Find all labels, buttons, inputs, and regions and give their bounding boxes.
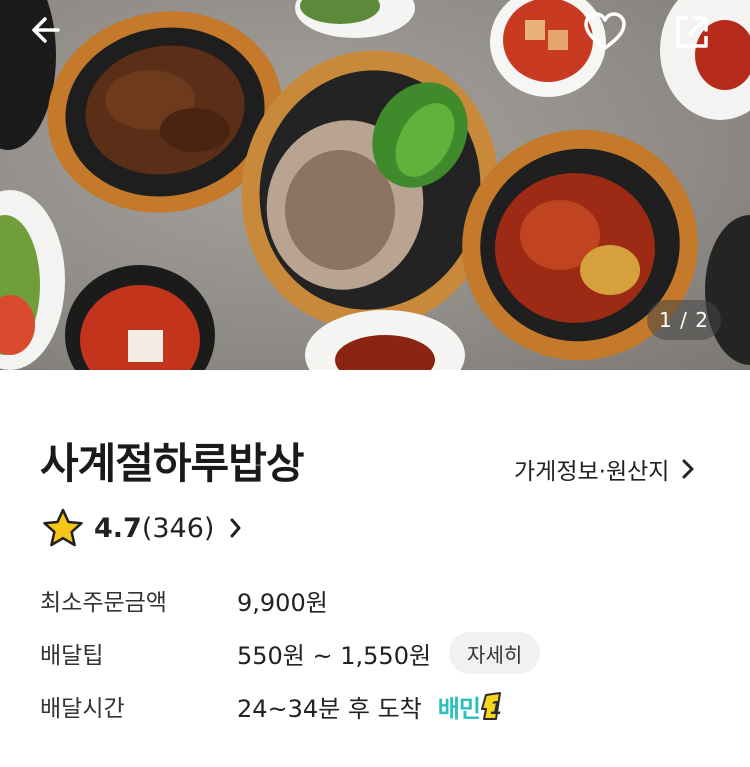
chevron-right-icon [230,518,241,538]
food-photo-illustration [0,0,750,370]
back-button[interactable] [28,12,76,60]
rating-review-link[interactable]: 4.7 (346) [42,508,242,548]
image-page-indicator: 1 / 2 [647,300,721,340]
min-order-value: 9,900원 [237,588,328,617]
store-info-origin-link[interactable]: 가게정보·원산지 [514,452,695,486]
review-count: (346) [141,512,215,544]
share-icon [676,16,708,48]
delivery-tip-row: 배달팁 550원 ~ 1,550원 자세히 [40,632,541,674]
delivery-time-label: 배달시간 [40,696,125,722]
delivery-tip-value: 550원 ~ 1,550원 [237,641,432,670]
baemin-badge-number: 1 [490,698,503,719]
back-arrow-icon [32,17,60,43]
chevron-right-icon [682,459,694,479]
delivery-time-row: 배달시간 24~34분 후 도착 배민 1 [40,686,508,726]
heart-icon [584,12,626,50]
baemin-one-icon: 1 [480,692,503,720]
favorite-button[interactable] [583,12,631,60]
rating-value: 4.7 [94,512,142,544]
baemin-one-badge: 배민 1 [438,689,508,724]
min-order-label: 최소주문금액 [40,590,167,616]
store-info-label: 가게정보·원산지 [514,459,670,485]
delivery-time-value: 24~34분 후 도착 [237,694,422,723]
store-hero-image[interactable]: 1 / 2 [0,0,750,370]
star-icon [43,508,83,547]
share-button[interactable] [672,12,720,60]
delivery-tip-detail-button[interactable]: 자세히 [449,632,541,674]
delivery-tip-label: 배달팁 [40,643,104,669]
store-name: 사계절하루밥상 [40,439,304,488]
min-order-row: 최소주문금액 9,900원 [40,580,328,620]
baemin-badge-text: 배민 [437,694,481,723]
